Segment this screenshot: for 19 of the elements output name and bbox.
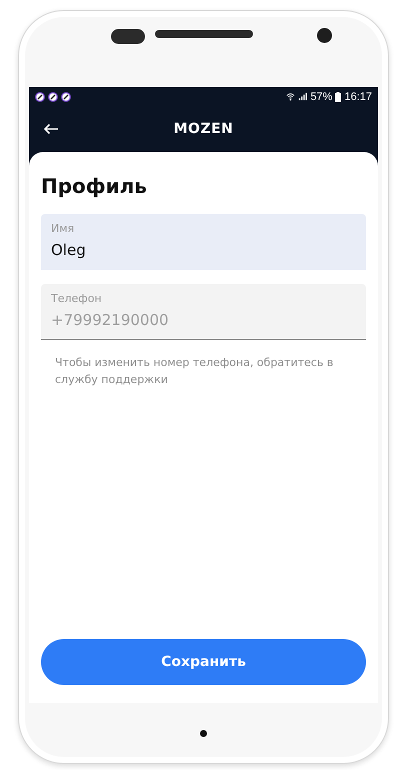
notification-icon — [35, 92, 45, 102]
hint-text: Чтобы изменить номер телефона, обратитесь в службу поддержки — [55, 355, 334, 388]
battery-percent: 57% — [310, 90, 332, 102]
speaker-icon — [154, 30, 252, 38]
battery-icon — [335, 92, 342, 102]
notification-icon — [61, 92, 71, 102]
notification-icon — [48, 92, 58, 102]
save-button[interactable]: Сохранить — [41, 639, 366, 685]
signal-icon — [298, 92, 308, 101]
clock: 16:17 — [344, 90, 372, 102]
page-title: Профиль — [41, 174, 148, 198]
back-arrow-icon[interactable] — [43, 123, 59, 135]
wifi-icon — [286, 92, 296, 101]
sensor-icon — [111, 29, 145, 44]
app-title: MOZEN — [174, 121, 234, 137]
input-field: Телефон +79992190000 — [41, 284, 366, 340]
home-dot-icon[interactable] — [200, 730, 207, 736]
input-field[interactable]: Имя Oleg — [41, 214, 366, 270]
camera-icon — [317, 28, 332, 43]
